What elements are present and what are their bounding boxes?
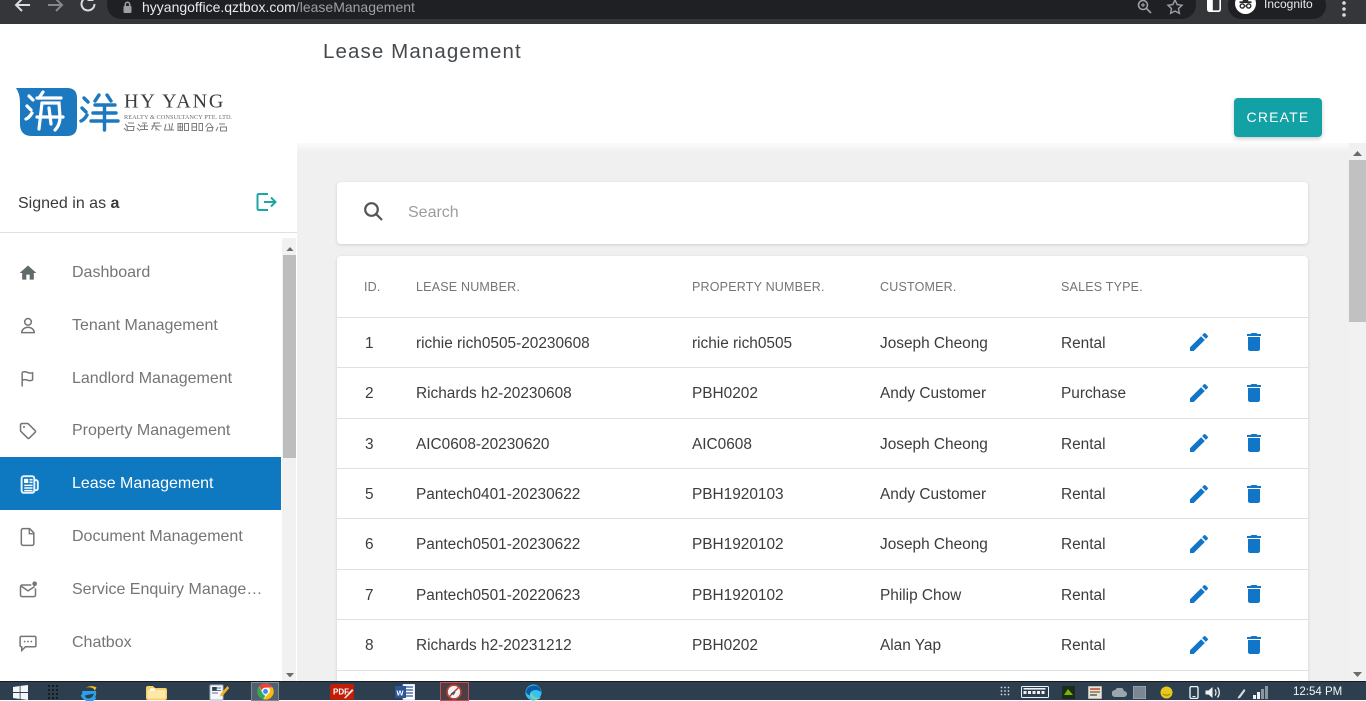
svg-text:REALTY & CONSULTANCY PTE. LTD.: REALTY & CONSULTANCY PTE. LTD. [124, 114, 233, 121]
svg-text:w: w [396, 688, 405, 698]
svg-text:HY YANG: HY YANG [124, 91, 225, 113]
